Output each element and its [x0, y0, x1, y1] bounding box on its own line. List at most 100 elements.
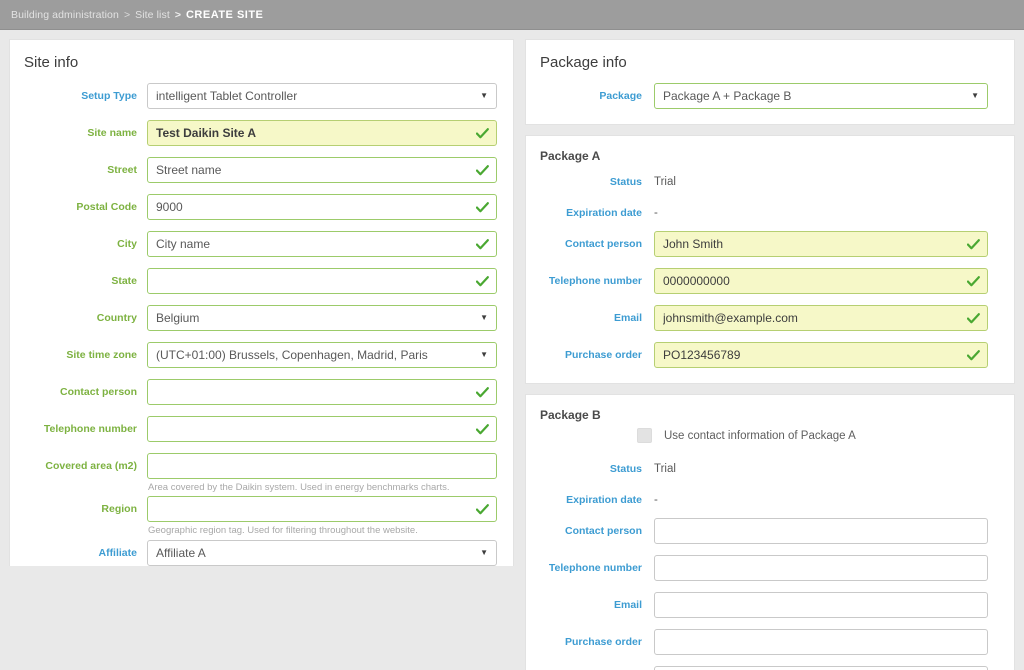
- package-a-control-purchase-order: [654, 342, 988, 368]
- package-b-row-contact-person: Contact person: [526, 518, 1014, 544]
- package-b-label-expiration-date: Expiration date: [566, 494, 642, 506]
- package-a-control-expiration-date: -: [654, 200, 988, 220]
- package-b-value-status: Trial: [654, 463, 676, 475]
- site-info-control-street: [147, 157, 497, 183]
- package-b-input-contact-person[interactable]: [654, 518, 988, 544]
- site-info-control-covered-area-m2: Area covered by the Daikin system. Used …: [147, 453, 497, 494]
- package-b-input-telephone-number[interactable]: [654, 555, 988, 581]
- package-b-control-expiration-date: -: [654, 487, 988, 507]
- site-info-row-region: Region Geographic region tag. Used for fi…: [10, 496, 513, 537]
- use-package-a-contact-row: Use contact information of Package A: [526, 428, 1014, 443]
- site-info-select-site-time-zone[interactable]: (UTC+01:00) Brussels, Copenhagen, Madrid…: [147, 342, 497, 368]
- package-b-label-status: Status: [609, 463, 642, 475]
- package-b-row-status: Status Trial: [526, 456, 1014, 476]
- site-info-label-contact-person: Contact person: [59, 386, 137, 398]
- package-a-input-telephone-number[interactable]: [654, 268, 988, 294]
- site-info-label-site-time-zone: Site time zone: [66, 349, 137, 361]
- site-info-row-state: State: [10, 268, 513, 294]
- site-info-label-setup-type: Setup Type: [81, 90, 137, 102]
- package-a-row-contact-person: Contact person: [526, 231, 1014, 257]
- site-info-input-covered-area-m2[interactable]: [147, 453, 497, 479]
- site-info-control-contact-person: [147, 379, 497, 405]
- package-b-label-telephone-number: Telephone number: [548, 562, 642, 574]
- breadcrumb-item-building-administration[interactable]: Building administration: [11, 9, 119, 21]
- site-info-input-city[interactable]: [147, 231, 497, 257]
- package-b-row-expiration-date: Expiration date -: [526, 487, 1014, 507]
- package-b-input-purchase-order[interactable]: [654, 629, 988, 655]
- site-info-control-affiliate: Affiliate A ▼: [147, 539, 497, 566]
- package-b-label-email: Email: [613, 599, 642, 611]
- site-info-hint-region: Geographic region tag. Used for filterin…: [148, 525, 418, 537]
- package-a-label-expiration-date: Expiration date: [566, 207, 642, 219]
- site-info-select-affiliate[interactable]: Affiliate A: [147, 539, 497, 566]
- site-info-row-contact-person: Contact person: [10, 379, 513, 405]
- package-b-select-access-level[interactable]: Daikin affiliate: [654, 666, 988, 670]
- site-info-input-postal-code[interactable]: [147, 194, 497, 220]
- package-a-row-status: Status Trial: [526, 169, 1014, 189]
- breadcrumb-separator-icon: >: [123, 8, 131, 21]
- site-info-form: Setup Type intelligent Tablet Controller ▼…: [10, 83, 513, 566]
- site-info-row-affiliate: Affiliate Affiliate A ▼: [10, 539, 513, 566]
- package-info-column: Package info Package Package A + Package …: [525, 39, 1015, 670]
- site-info-input-state[interactable]: [147, 268, 497, 294]
- site-info-column: Site info Setup Type intelligent Tablet C…: [9, 39, 514, 577]
- use-package-a-contact-checkbox[interactable]: [637, 428, 652, 443]
- breadcrumb-separator-icon-2: >: [174, 8, 181, 21]
- package-b-input-email[interactable]: [654, 592, 988, 618]
- site-info-card: Site info Setup Type intelligent Tablet C…: [9, 39, 514, 566]
- package-a-row-email: Email: [526, 305, 1014, 331]
- site-info-input-telephone-number[interactable]: [147, 416, 497, 442]
- package-a-label-email: Email: [613, 312, 642, 324]
- package-info-select-package[interactable]: Package A + Package B: [654, 83, 988, 109]
- package-b-row-purchase-order: Purchase order: [526, 629, 1014, 655]
- breadcrumb-current-page: CREATE SITE: [185, 8, 264, 21]
- page-body: Site info Setup Type intelligent Tablet C…: [0, 30, 1024, 670]
- site-info-label-city: City: [117, 238, 137, 250]
- package-a-row-telephone-number: Telephone number: [526, 268, 1014, 294]
- package-b-row-telephone-number: Telephone number: [526, 555, 1014, 581]
- package-info-card: Package info Package Package A + Package …: [525, 39, 1015, 125]
- package-a-control-email: [654, 305, 988, 331]
- package-a-input-contact-person[interactable]: [654, 231, 988, 257]
- package-a-control-status: Trial: [654, 169, 988, 189]
- package-b-control-contact-person: [654, 518, 988, 544]
- package-b-control-access-level: Daikin affiliate▼: [654, 666, 988, 670]
- package-a-label-purchase-order: Purchase order: [564, 349, 642, 361]
- site-info-title: Site info: [24, 54, 79, 71]
- package-a-control-contact-person: [654, 231, 988, 257]
- package-a-control-telephone-number: [654, 268, 988, 294]
- breadcrumb: Building administration > Site list > CR…: [0, 0, 1024, 30]
- package-b-control-status: Trial: [654, 456, 988, 476]
- package-a-row-expiration-date: Expiration date -: [526, 200, 1014, 220]
- site-info-row-street: Street: [10, 157, 513, 183]
- site-info-label-covered-area-m2: Covered area (m2): [45, 460, 137, 472]
- site-info-input-street[interactable]: [147, 157, 497, 183]
- package-a-title: Package A: [540, 149, 601, 163]
- site-info-select-country[interactable]: Belgium: [147, 305, 497, 331]
- package-b-label-purchase-order: Purchase order: [564, 636, 642, 648]
- site-info-control-telephone-number: [147, 416, 497, 442]
- package-a-input-purchase-order[interactable]: [654, 342, 988, 368]
- site-info-control-site-time-zone: (UTC+01:00) Brussels, Copenhagen, Madrid…: [147, 342, 497, 368]
- site-info-label-site-name: Site name: [87, 127, 137, 139]
- package-a-label-telephone-number: Telephone number: [548, 275, 642, 287]
- site-info-input-contact-person[interactable]: [147, 379, 497, 405]
- site-info-input-site-name[interactable]: [147, 120, 497, 146]
- package-b-control-email: [654, 592, 988, 618]
- site-info-control-setup-type: intelligent Tablet Controller ▼: [147, 83, 497, 109]
- site-info-control-country: Belgium ▼: [147, 305, 497, 331]
- package-a-input-email[interactable]: [654, 305, 988, 331]
- site-info-control-state: [147, 268, 497, 294]
- package-info-label-package: Package: [599, 90, 642, 102]
- site-info-input-region[interactable]: [147, 496, 497, 523]
- site-info-row-site-time-zone: Site time zone (UTC+01:00) Brussels, Cope…: [10, 342, 513, 368]
- site-info-row-site-name: Site name: [10, 120, 513, 146]
- site-info-control-site-name: [147, 120, 497, 146]
- package-b-label-contact-person: Contact person: [564, 525, 642, 537]
- breadcrumb-item-site-list[interactable]: Site list: [135, 9, 170, 21]
- site-info-row-covered-area-m2: Covered area (m2) Area covered by the Dai…: [10, 453, 513, 494]
- site-info-select-setup-type[interactable]: intelligent Tablet Controller: [147, 83, 497, 109]
- package-info-row-package: Package Package A + Package B ▼: [526, 83, 1014, 109]
- site-info-label-state: State: [111, 275, 137, 287]
- site-info-label-telephone-number: Telephone number: [43, 423, 137, 435]
